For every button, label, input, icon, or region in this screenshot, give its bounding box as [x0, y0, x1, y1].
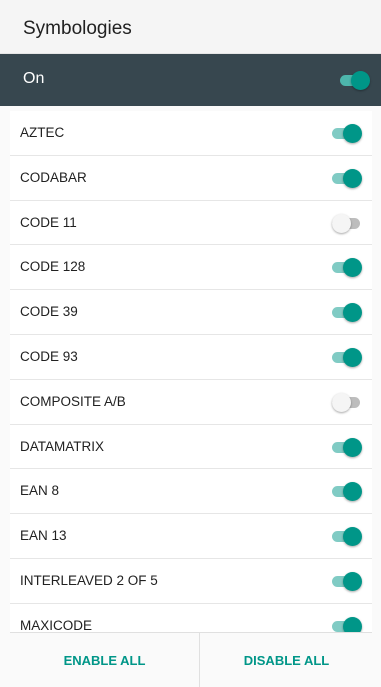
symbology-label: AZTEC [20, 125, 65, 140]
symbology-toggle-switch[interactable] [332, 570, 362, 592]
symbology-toggle-switch[interactable] [332, 122, 362, 144]
symbology-label: CODE 93 [20, 348, 78, 364]
symbology-toggle-switch[interactable] [332, 301, 362, 323]
switch-thumb [343, 571, 362, 591]
symbology-row[interactable]: EAN 13 [10, 514, 372, 559]
switch-thumb [343, 124, 362, 143]
symbology-toggle-switch[interactable] [332, 436, 362, 458]
footer-actions: ENABLE ALL DISABLE ALL [10, 632, 372, 687]
symbology-row[interactable]: CODABAR [10, 156, 372, 201]
switch-thumb [343, 258, 362, 278]
master-toggle-bar[interactable]: On [0, 54, 381, 106]
master-toggle-label: On [23, 70, 45, 87]
switch-thumb [343, 616, 362, 632]
symbology-row[interactable]: CODE 93 [10, 335, 372, 380]
switch-thumb [343, 168, 362, 188]
enable-all-button[interactable]: ENABLE ALL [10, 633, 199, 687]
symbology-label: EAN 8 [20, 483, 60, 499]
symbology-label: EAN 13 [20, 528, 67, 544]
symbology-row[interactable]: CODE 39 [10, 290, 372, 335]
symbology-toggle-switch[interactable] [332, 212, 362, 234]
symbology-label: INTERLEAVED 2 OF 5 [20, 572, 158, 588]
switch-thumb [343, 347, 362, 367]
symbology-list[interactable]: AZTEC CODABAR CODE 11 CODE 128 CODE 39 CODE 9… [10, 111, 372, 632]
symbology-toggle-switch[interactable] [332, 391, 362, 413]
symbology-label: CODE 128 [20, 259, 86, 275]
symbology-row[interactable]: EAN 8 [10, 469, 372, 515]
symbology-label: COMPOSITE A/B [20, 393, 126, 409]
switch-thumb [343, 303, 362, 323]
symbology-toggle-switch[interactable] [332, 480, 362, 502]
app-header: Symbologies [0, 0, 381, 54]
symbology-toggle-switch[interactable] [332, 525, 362, 547]
symbology-label: MAXICODE [20, 617, 93, 632]
symbology-row[interactable]: DATAMATRIX [10, 425, 372, 470]
symbology-row[interactable]: INTERLEAVED 2 OF 5 [10, 559, 372, 604]
symbology-toggle-switch[interactable] [332, 167, 362, 189]
symbology-toggle-switch[interactable] [332, 615, 362, 632]
switch-thumb [343, 437, 362, 457]
symbology-label: CODABAR [20, 169, 87, 185]
symbology-row[interactable]: CODE 128 [10, 245, 372, 291]
symbology-row[interactable]: COMPOSITE A/B [10, 380, 372, 425]
switch-thumb [332, 392, 351, 412]
symbology-toggle-switch[interactable] [332, 256, 362, 278]
symbology-label: CODE 39 [20, 304, 78, 320]
symbology-row[interactable]: MAXICODE [10, 604, 372, 632]
symbology-label: DATAMATRIX [20, 438, 104, 454]
switch-thumb [343, 482, 362, 502]
master-toggle-switch[interactable] [340, 69, 370, 91]
disable-all-button[interactable]: DISABLE ALL [199, 633, 373, 687]
page-title: Symbologies [23, 18, 132, 39]
symbology-label: CODE 11 [20, 214, 77, 230]
switch-thumb [351, 71, 370, 90]
symbology-row[interactable]: AZTEC [10, 111, 372, 156]
switch-thumb [343, 527, 362, 547]
symbology-row[interactable]: CODE 11 [10, 201, 372, 246]
symbology-toggle-switch[interactable] [332, 346, 362, 368]
switch-thumb [332, 213, 351, 233]
